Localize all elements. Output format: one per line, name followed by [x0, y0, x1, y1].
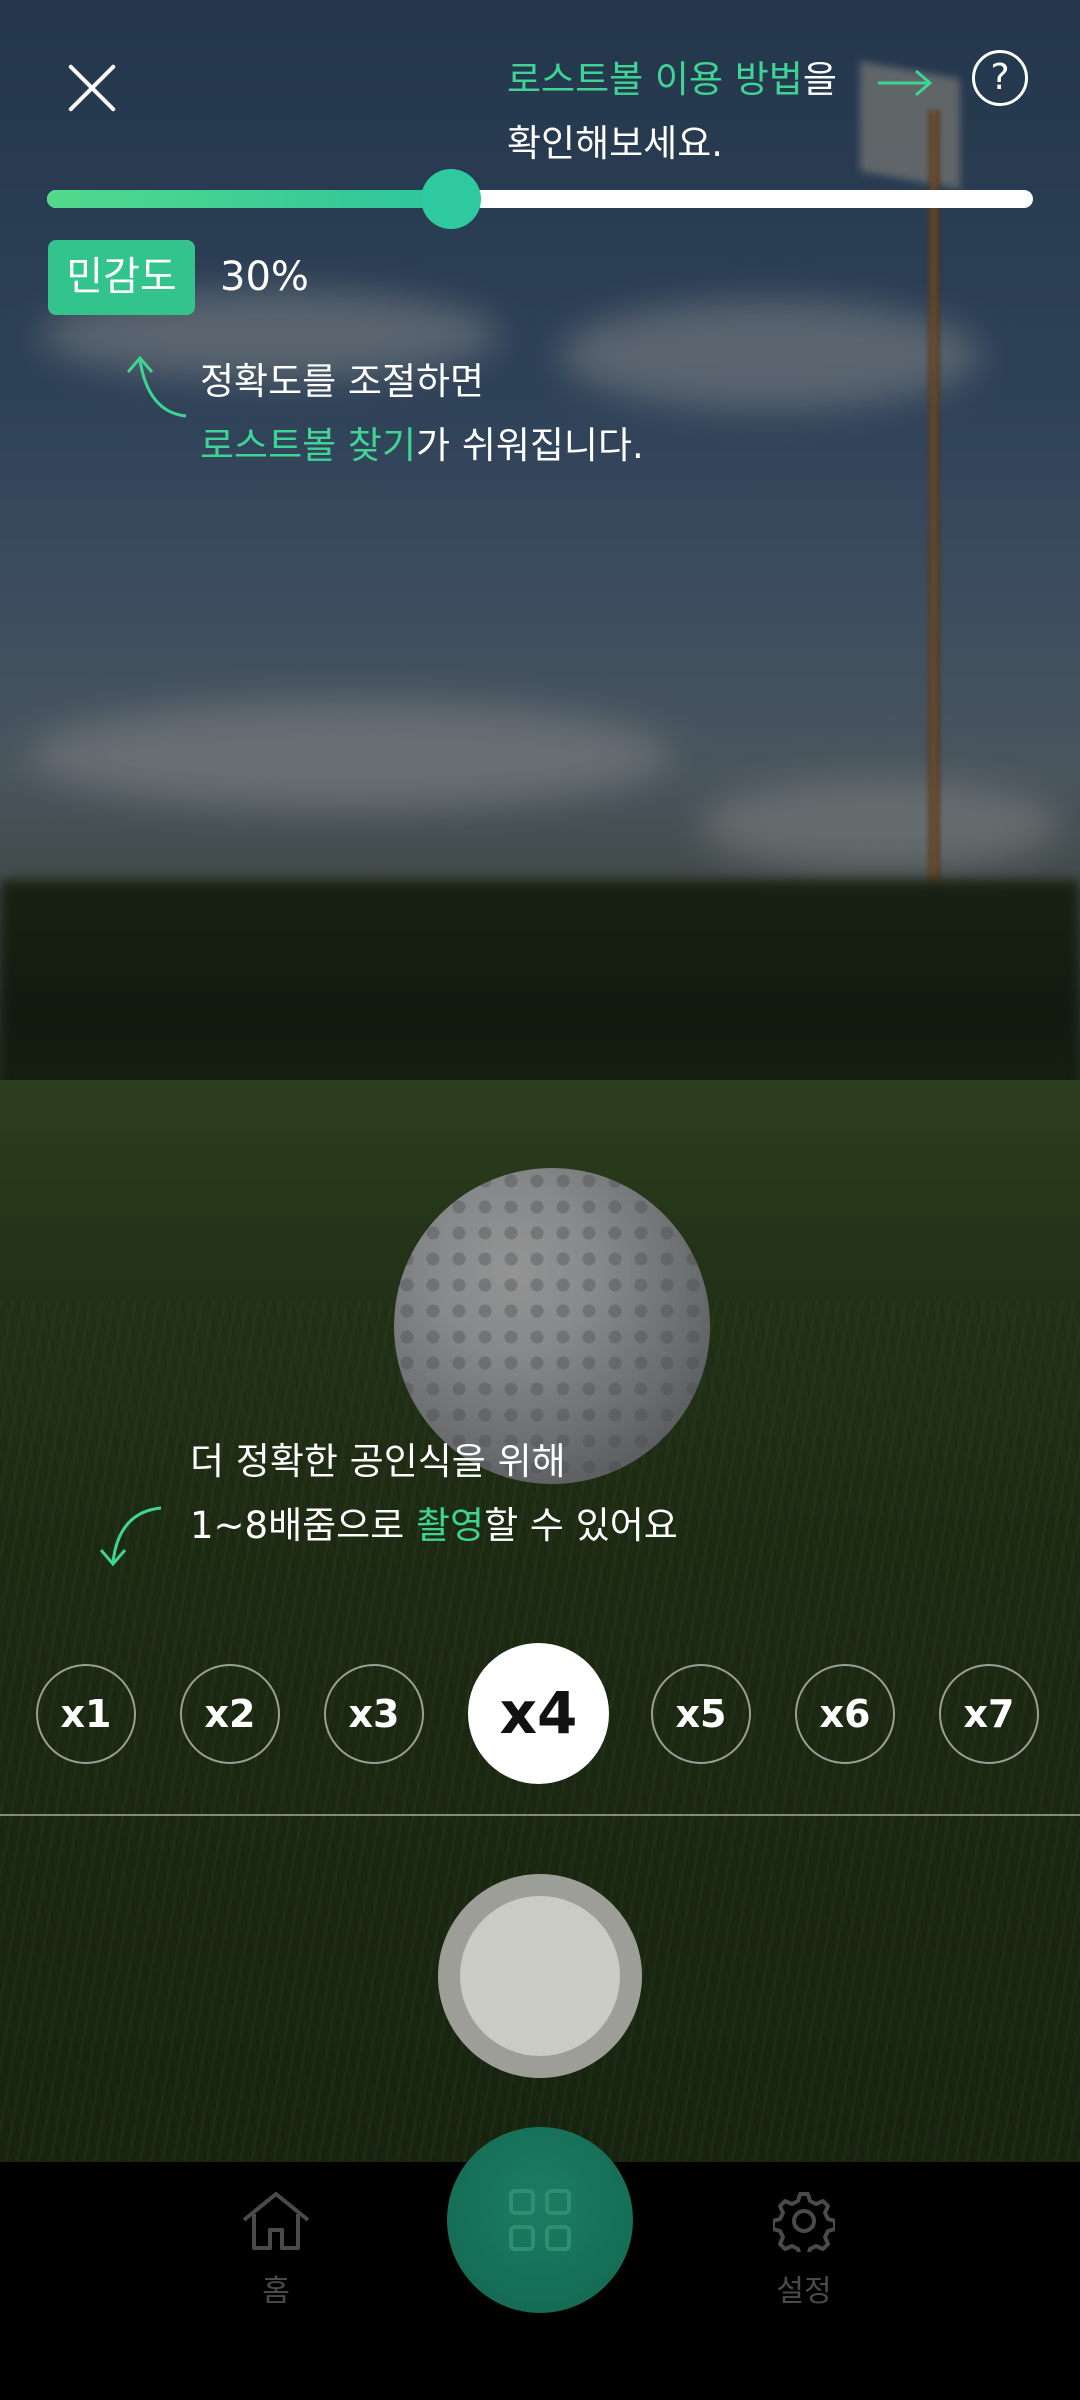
divider — [0, 1814, 1080, 1816]
howto-suffix: 을 — [802, 58, 837, 101]
arrow-right-icon — [878, 69, 933, 97]
zoom-x7-button[interactable]: x7 — [939, 1664, 1039, 1764]
home-icon — [242, 2192, 310, 2250]
sensitivity-value: 30% — [220, 254, 309, 300]
center-grid-button[interactable] — [447, 2127, 633, 2313]
gear-icon — [773, 2192, 835, 2252]
howto-highlight: 로스트볼 이용 방법 — [507, 58, 803, 101]
shutter-inner — [460, 1896, 620, 2056]
zoom-tip-highlight: 촬영 — [416, 1504, 485, 1547]
zoom-x5-button[interactable]: x5 — [651, 1664, 751, 1764]
howto-link[interactable]: 로스트볼 이용 방법을 확인해보세요. — [507, 48, 837, 176]
zoom-tip-line1: 더 정확한 공인식을 위해 — [190, 1440, 566, 1483]
shutter-button[interactable] — [438, 1874, 642, 2078]
howto-line2: 확인해보세요. — [507, 122, 724, 165]
accuracy-tip-line1: 정확도를 조절하면 — [200, 360, 485, 403]
slider-thumb[interactable] — [421, 169, 482, 229]
zoom-tip-prefix: 1~8배줌으로 — [190, 1504, 417, 1547]
zoom-x4-button[interactable]: x4 — [468, 1643, 609, 1784]
accuracy-tip-highlight: 로스트볼 찾기 — [200, 424, 417, 467]
accuracy-tip-suffix: 가 쉬워집니다. — [416, 424, 644, 467]
curved-arrow-up-icon — [126, 355, 187, 418]
help-icon[interactable]: ? — [972, 50, 1028, 106]
zoom-tip: 더 정확한 공인식을 위해 1~8배줌으로 촬영할 수 있어요 — [190, 1430, 678, 1558]
nav-home-label: 홈 — [262, 2274, 290, 2309]
zoom-x2-button[interactable]: x2 — [180, 1664, 280, 1764]
nav-settings[interactable]: 설정 — [724, 2190, 884, 2310]
slider-fill — [47, 190, 452, 208]
accuracy-tip: 정확도를 조절하면 로스트볼 찾기가 쉬워집니다. — [200, 350, 644, 478]
nav-home[interactable]: 홈 — [196, 2190, 356, 2310]
close-icon[interactable] — [62, 58, 122, 118]
curved-arrow-down-icon — [99, 1506, 162, 1567]
grid-icon — [509, 2189, 571, 2251]
zoom-x1-button[interactable]: x1 — [36, 1664, 136, 1764]
zoom-selector: x1 x2 x3 x4 x5 x6 x7 — [0, 1640, 1080, 1790]
sensitivity-slider[interactable] — [47, 169, 1033, 229]
zoom-tip-suffix: 할 수 있어요 — [484, 1504, 678, 1547]
zoom-x3-button[interactable]: x3 — [324, 1664, 424, 1764]
sensitivity-badge: 민감도 — [48, 240, 195, 315]
zoom-x6-button[interactable]: x6 — [795, 1664, 895, 1764]
nav-settings-label: 설정 — [776, 2274, 832, 2309]
